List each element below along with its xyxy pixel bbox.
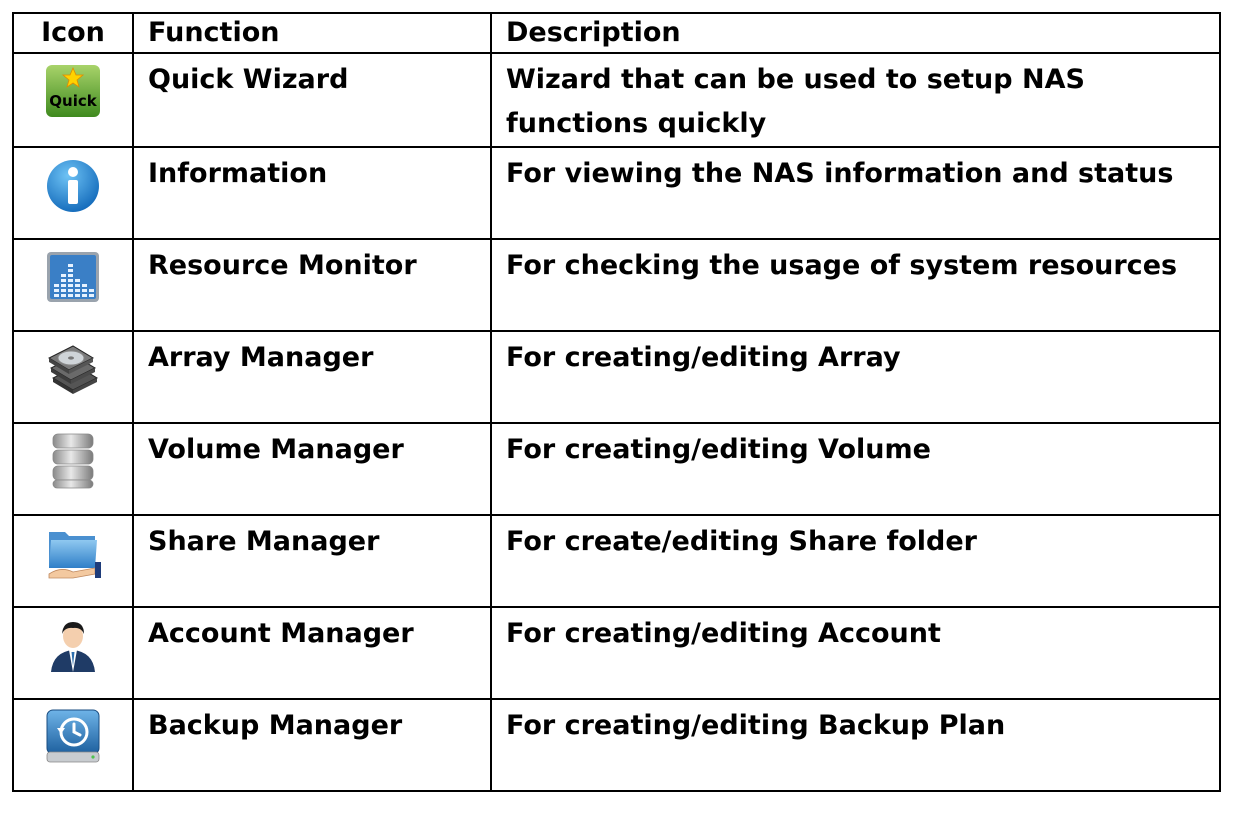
backup-manager-icon xyxy=(43,706,103,766)
array-manager-icon xyxy=(43,338,103,398)
share-manager-icon xyxy=(43,522,103,582)
header-icon: Icon xyxy=(12,12,134,54)
table-row: Resource Monitor For checking the usage … xyxy=(12,238,1221,332)
table-row: Account Manager For creating/editing Acc… xyxy=(12,606,1221,700)
function-cell: Quick Wizard xyxy=(132,52,492,148)
table-row: Array Manager For creating/editing Array xyxy=(12,330,1221,424)
function-cell: Information xyxy=(132,146,492,240)
function-cell: Backup Manager xyxy=(132,698,492,792)
function-cell: Volume Manager xyxy=(132,422,492,516)
description-cell: Wizard that can be used to setup NAS fun… xyxy=(490,52,1221,148)
account-manager-icon xyxy=(43,614,103,674)
function-cell: Array Manager xyxy=(132,330,492,424)
table-row: Quick Quick Wizard Wizard that can be us… xyxy=(12,52,1221,148)
table-row: Backup Manager For creating/editing Back… xyxy=(12,698,1221,792)
table-row: Share Manager For create/editing Share f… xyxy=(12,514,1221,608)
volume-manager-icon xyxy=(43,430,103,490)
header-description: Description xyxy=(490,12,1221,54)
description-cell: For creating/editing Account xyxy=(490,606,1221,700)
description-cell: For create/editing Share folder xyxy=(490,514,1221,608)
description-cell: For checking the usage of system resourc… xyxy=(490,238,1221,332)
function-cell: Share Manager xyxy=(132,514,492,608)
description-cell: For creating/editing Backup Plan xyxy=(490,698,1221,792)
svg-text:Quick: Quick xyxy=(49,92,97,110)
function-cell: Resource Monitor xyxy=(132,238,492,332)
table-row: Information For viewing the NAS informat… xyxy=(12,146,1221,240)
description-cell: For creating/editing Volume xyxy=(490,422,1221,516)
description-cell: For viewing the NAS information and stat… xyxy=(490,146,1221,240)
table-row: Volume Manager For creating/editing Volu… xyxy=(12,422,1221,516)
table-header-row: Icon Function Description xyxy=(12,12,1221,54)
function-cell: Account Manager xyxy=(132,606,492,700)
quick-wizard-icon: Quick xyxy=(43,60,103,120)
information-icon xyxy=(43,154,103,214)
description-cell: For creating/editing Array xyxy=(490,330,1221,424)
resource-monitor-icon xyxy=(43,246,103,306)
function-table: Icon Function Description Quick Quick Wi… xyxy=(12,12,1221,792)
header-function: Function xyxy=(132,12,492,54)
